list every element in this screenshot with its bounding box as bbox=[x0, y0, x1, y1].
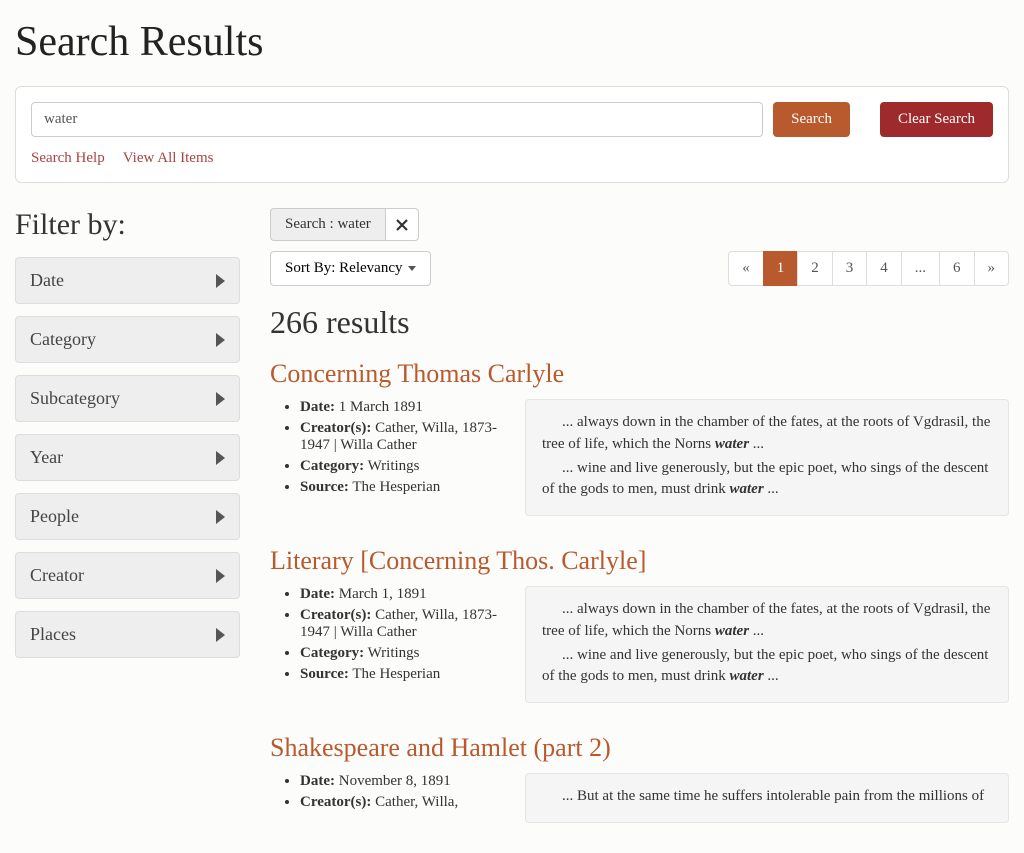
page-4[interactable]: 4 bbox=[866, 251, 902, 286]
search-result: Shakespeare and Hamlet (part 2) Date: Nov… bbox=[270, 733, 1009, 823]
result-metadata: Date: March 1, 1891 Creator(s): Cather, W… bbox=[270, 586, 505, 703]
page-next[interactable]: » bbox=[974, 251, 1010, 286]
view-all-items-link[interactable]: View All Items bbox=[123, 150, 214, 166]
filter-places[interactable]: Places bbox=[15, 611, 240, 658]
filter-heading: Filter by: bbox=[15, 208, 240, 242]
active-filter-chip: Search : water bbox=[270, 208, 385, 241]
clear-search-button[interactable]: Clear Search bbox=[880, 102, 993, 137]
meta-item: Date: November 8, 1891 bbox=[300, 773, 505, 790]
chevron-right-icon bbox=[216, 510, 225, 524]
page-1[interactable]: 1 bbox=[763, 251, 799, 286]
remove-filter-button[interactable] bbox=[385, 208, 419, 241]
chevron-right-icon bbox=[216, 569, 225, 583]
page-...: ... bbox=[901, 251, 940, 286]
page-2[interactable]: 2 bbox=[797, 251, 833, 286]
result-snippet: ... always down in the chamber of the fa… bbox=[525, 399, 1009, 516]
filter-label: Date bbox=[30, 270, 64, 291]
filter-label: People bbox=[30, 506, 79, 527]
caret-down-icon bbox=[408, 266, 416, 271]
highlight: water bbox=[730, 481, 764, 497]
result-metadata: Date: November 8, 1891 Creator(s): Cather… bbox=[270, 773, 505, 823]
page-title: Search Results bbox=[15, 18, 1009, 66]
meta-item: Creator(s): Cather, Willa, 1873-1947 | W… bbox=[300, 607, 505, 641]
search-result: Literary [Concerning Thos. Carlyle] Date:… bbox=[270, 546, 1009, 703]
filter-label: Places bbox=[30, 624, 76, 645]
meta-item: Creator(s): Cather, Willa, bbox=[300, 794, 505, 811]
chevron-right-icon bbox=[216, 392, 225, 406]
filter-category[interactable]: Category bbox=[15, 316, 240, 363]
filter-label: Year bbox=[30, 447, 63, 468]
search-result: Concerning Thomas Carlyle Date: 1 March 1… bbox=[270, 359, 1009, 516]
result-title-link[interactable]: Literary [Concerning Thos. Carlyle] bbox=[270, 546, 646, 575]
filter-year[interactable]: Year bbox=[15, 434, 240, 481]
highlight: water bbox=[715, 623, 749, 639]
meta-item: Date: March 1, 1891 bbox=[300, 586, 505, 603]
highlight: water bbox=[715, 436, 749, 452]
result-title-link[interactable]: Shakespeare and Hamlet (part 2) bbox=[270, 733, 611, 762]
result-snippet: ... But at the same time he suffers into… bbox=[525, 773, 1009, 823]
chevron-right-icon bbox=[216, 333, 225, 347]
filter-label: Subcategory bbox=[30, 388, 120, 409]
result-title-link[interactable]: Concerning Thomas Carlyle bbox=[270, 359, 564, 388]
filter-label: Category bbox=[30, 329, 96, 350]
result-snippet: ... always down in the chamber of the fa… bbox=[525, 586, 1009, 703]
search-panel: Search Clear Search Search Help View All… bbox=[15, 86, 1009, 183]
sort-dropdown[interactable]: Sort By: Relevancy bbox=[270, 251, 431, 286]
filter-label: Creator bbox=[30, 565, 84, 586]
results-content: Search : water Sort By: Relevancy «1234.… bbox=[270, 208, 1009, 853]
meta-item: Date: 1 March 1891 bbox=[300, 399, 505, 416]
page-6[interactable]: 6 bbox=[939, 251, 975, 286]
meta-item: Source: The Hesperian bbox=[300, 479, 505, 496]
highlight: water bbox=[730, 668, 764, 684]
meta-item: Category: Writings bbox=[300, 645, 505, 662]
filter-creator[interactable]: Creator bbox=[15, 552, 240, 599]
meta-item: Creator(s): Cather, Willa, 1873-1947 | W… bbox=[300, 420, 505, 454]
sort-label: Sort By: Relevancy bbox=[285, 260, 402, 277]
search-button[interactable]: Search bbox=[773, 102, 850, 137]
chevron-right-icon bbox=[216, 451, 225, 465]
result-metadata: Date: 1 March 1891 Creator(s): Cather, Wi… bbox=[270, 399, 505, 516]
meta-item: Category: Writings bbox=[300, 458, 505, 475]
filter-date[interactable]: Date bbox=[15, 257, 240, 304]
close-icon bbox=[396, 219, 408, 231]
filter-subcategory[interactable]: Subcategory bbox=[15, 375, 240, 422]
pagination: «1234...6» bbox=[729, 251, 1009, 286]
results-count: 266 results bbox=[270, 304, 1009, 341]
chevron-right-icon bbox=[216, 628, 225, 642]
filter-sidebar: Filter by: Date Category Subcategory Year Pe… bbox=[15, 208, 240, 853]
page-3[interactable]: 3 bbox=[832, 251, 868, 286]
chevron-right-icon bbox=[216, 274, 225, 288]
filter-people[interactable]: People bbox=[15, 493, 240, 540]
meta-item: Source: The Hesperian bbox=[300, 666, 505, 683]
search-input[interactable] bbox=[31, 102, 763, 137]
page-prev[interactable]: « bbox=[728, 251, 764, 286]
search-help-link[interactable]: Search Help bbox=[31, 150, 105, 166]
